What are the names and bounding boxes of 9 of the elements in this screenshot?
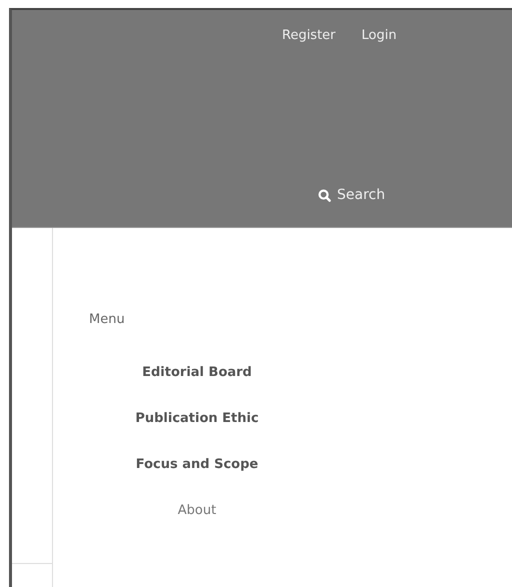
header-link[interactable]: Login <box>362 28 397 43</box>
menu-item[interactable]: Focus and Scope <box>136 457 258 472</box>
menu-item[interactable]: Editorial Board <box>142 365 252 380</box>
menu-item[interactable]: Publication Ethic <box>135 411 259 426</box>
menu-title: Menu <box>89 312 126 327</box>
search-link[interactable]: Search <box>318 187 386 203</box>
header-link[interactable]: Register <box>282 28 336 43</box>
menu-item[interactable]: About <box>178 503 216 518</box>
search-icon <box>318 188 331 202</box>
